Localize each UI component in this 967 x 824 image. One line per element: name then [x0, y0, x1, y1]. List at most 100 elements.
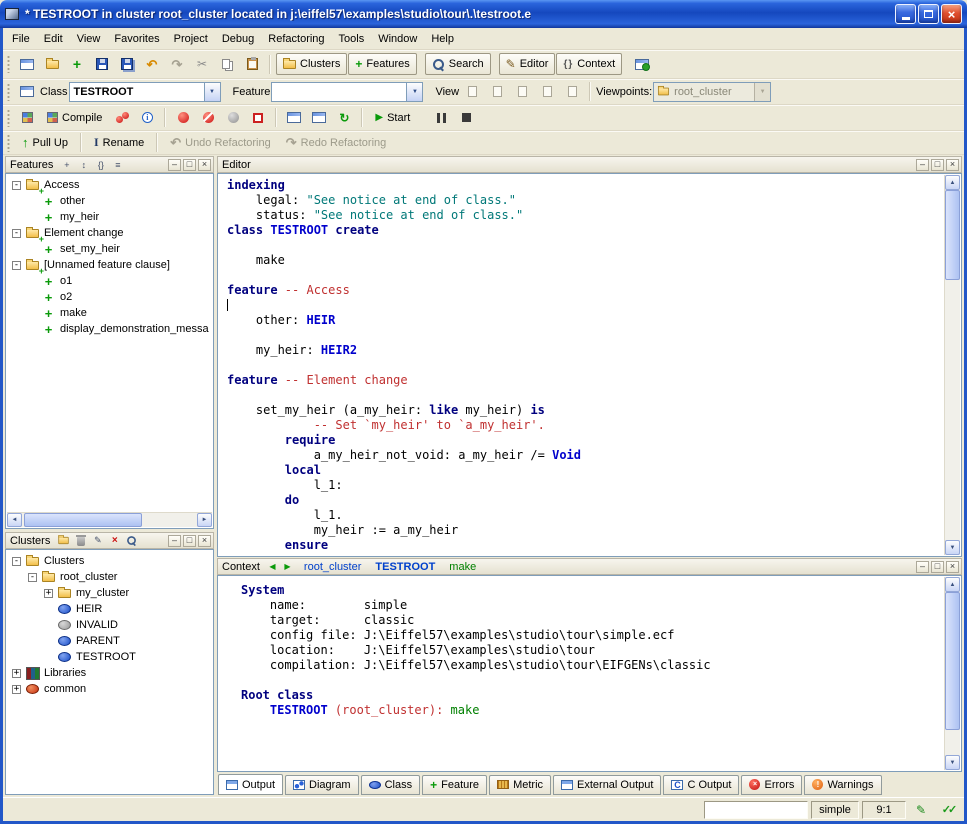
context-toggle-button[interactable]: {}Context: [556, 53, 622, 75]
paste-icon[interactable]: [240, 53, 264, 75]
tab-output[interactable]: Output: [218, 774, 283, 795]
tree-item-set-my-heir[interactable]: +set_my_heir: [9, 241, 212, 257]
view-icon-2[interactable]: [485, 81, 509, 103]
close-button[interactable]: ×: [941, 4, 962, 24]
scrollbar-thumb[interactable]: [945, 592, 960, 730]
editor-toggle-button[interactable]: ✎Editor: [499, 53, 556, 75]
editor-panel-maximize-icon[interactable]: □: [931, 159, 944, 171]
menu-item-window[interactable]: Window: [371, 31, 424, 47]
tree-item-my-heir[interactable]: +my_heir: [9, 209, 212, 225]
menu-item-edit[interactable]: Edit: [37, 31, 70, 47]
menu-item-refactoring[interactable]: Refactoring: [261, 31, 331, 47]
tab-feature[interactable]: +Feature: [422, 775, 487, 795]
redo-icon[interactable]: ↷: [165, 53, 189, 75]
tree-item-heir[interactable]: HEIR: [9, 601, 212, 617]
context-crumb-make[interactable]: make: [449, 561, 476, 573]
editable-state-icon[interactable]: ✎: [909, 801, 933, 819]
new-window-icon[interactable]: [15, 53, 39, 75]
context-crumb-testroot[interactable]: TESTROOT: [375, 561, 435, 573]
tree-item-common[interactable]: +common: [9, 681, 212, 697]
editor-panel-minimize-icon[interactable]: –: [916, 159, 929, 171]
toolbar-gripper[interactable]: [7, 55, 10, 73]
tab-class[interactable]: Class: [361, 775, 421, 795]
tab-diagram[interactable]: Diagram: [285, 775, 359, 795]
expand-toggle-icon[interactable]: -: [28, 573, 37, 582]
features-panel-maximize-icon[interactable]: □: [183, 159, 196, 171]
menu-item-view[interactable]: View: [70, 31, 108, 47]
menu-item-file[interactable]: File: [5, 31, 37, 47]
tree-item-invalid[interactable]: INVALID: [9, 617, 212, 633]
tree-item-element-change[interactable]: -+Element change: [9, 225, 212, 241]
tree-item-other[interactable]: +other: [9, 193, 212, 209]
save-icon[interactable]: [90, 53, 114, 75]
class-tool-icon[interactable]: [15, 81, 39, 103]
start-button[interactable]: ▶Start: [368, 107, 417, 129]
editor-panel-close-icon[interactable]: ×: [946, 159, 959, 171]
chevron-down-icon[interactable]: ▼: [406, 83, 422, 101]
menu-item-debug[interactable]: Debug: [215, 31, 261, 47]
menu-item-favorites[interactable]: Favorites: [107, 31, 166, 47]
scroll-up-icon[interactable]: ▲: [945, 577, 960, 592]
delete-icon[interactable]: ×: [107, 534, 122, 547]
clusters-panel-maximize-icon[interactable]: □: [183, 535, 196, 547]
undo-icon[interactable]: ↶: [140, 53, 164, 75]
scrollbar-track[interactable]: [22, 513, 197, 527]
info-icon[interactable]: i: [135, 107, 159, 129]
viewpoints-combobox[interactable]: root_cluster ▼: [653, 82, 771, 102]
compile-button[interactable]: Compile: [40, 107, 109, 129]
chevron-down-icon[interactable]: ▼: [204, 83, 220, 101]
features-horizontal-scrollbar[interactable]: ◄ ►: [7, 512, 212, 527]
view-icon-3[interactable]: [510, 81, 534, 103]
discover-icon[interactable]: [110, 107, 134, 129]
scrollbar-track[interactable]: [945, 592, 960, 755]
expand-toggle-icon[interactable]: +: [44, 589, 53, 598]
toolbar-gripper[interactable]: [7, 109, 10, 127]
features-panel-close-icon[interactable]: ×: [198, 159, 211, 171]
add-item-icon[interactable]: +: [65, 53, 89, 75]
search-toggle-button[interactable]: Search: [425, 53, 491, 75]
scrollbar-thumb[interactable]: [24, 513, 142, 527]
context-panel-minimize-icon[interactable]: –: [916, 561, 929, 573]
pause-button[interactable]: [429, 107, 453, 129]
expand-toggle-icon[interactable]: -: [12, 229, 21, 238]
menu-item-help[interactable]: Help: [424, 31, 461, 47]
tree-item-o2[interactable]: +o2: [9, 289, 212, 305]
new-tool-window-icon[interactable]: [630, 53, 654, 75]
expand-toggle-icon[interactable]: +: [12, 669, 21, 678]
context-vertical-scrollbar[interactable]: ▲ ▼: [944, 577, 960, 770]
search-icon[interactable]: [124, 534, 139, 547]
sort-icon[interactable]: ↕: [76, 158, 91, 171]
toolbar-gripper[interactable]: [7, 83, 10, 101]
history-back-icon[interactable]: ◀: [266, 562, 279, 571]
tree-item-make[interactable]: +make: [9, 305, 212, 321]
open-file-icon[interactable]: [40, 53, 64, 75]
tab-errors[interactable]: ×Errors: [741, 775, 802, 795]
features-panel-minimize-icon[interactable]: –: [168, 159, 181, 171]
list-view-icon[interactable]: ≡: [110, 158, 125, 171]
cut-icon[interactable]: ✂: [190, 53, 214, 75]
view-icon-4[interactable]: [535, 81, 559, 103]
feature-clauses-icon[interactable]: +: [59, 158, 74, 171]
tree-item-access[interactable]: -+Access: [9, 177, 212, 193]
edit-icon[interactable]: ✎: [90, 534, 105, 547]
tree-item-o1[interactable]: +o1: [9, 273, 212, 289]
stop-button[interactable]: [454, 107, 478, 129]
editor-code[interactable]: indexing legal: "See notice at end of cl…: [219, 175, 944, 555]
tree-item-unnamed-feature-clause[interactable]: -+[Unnamed feature clause]: [9, 257, 212, 273]
redo-refactoring-button[interactable]: ↷Redo Refactoring: [279, 132, 394, 154]
menu-item-tools[interactable]: Tools: [332, 31, 372, 47]
expand-toggle-icon[interactable]: -: [12, 261, 21, 270]
expand-toggle-icon[interactable]: +: [12, 685, 21, 694]
context-panel-maximize-icon[interactable]: □: [931, 561, 944, 573]
toolbar-gripper[interactable]: [7, 134, 10, 152]
scroll-down-icon[interactable]: ▼: [945, 540, 960, 555]
tree-item-testroot[interactable]: TESTROOT: [9, 649, 212, 665]
editor-area[interactable]: indexing legal: "See notice at end of cl…: [217, 173, 962, 557]
tree-item-display-demonstration-messa[interactable]: +display_demonstration_messa: [9, 321, 212, 337]
breakpoints-tool-icon[interactable]: [246, 107, 270, 129]
scrollbar-track[interactable]: [945, 190, 960, 540]
signatures-icon[interactable]: {}: [93, 158, 108, 171]
undo-refactoring-button[interactable]: ↶Undo Refactoring: [163, 132, 278, 154]
clusters-panel-close-icon[interactable]: ×: [198, 535, 211, 547]
step-into-icon[interactable]: [282, 107, 306, 129]
